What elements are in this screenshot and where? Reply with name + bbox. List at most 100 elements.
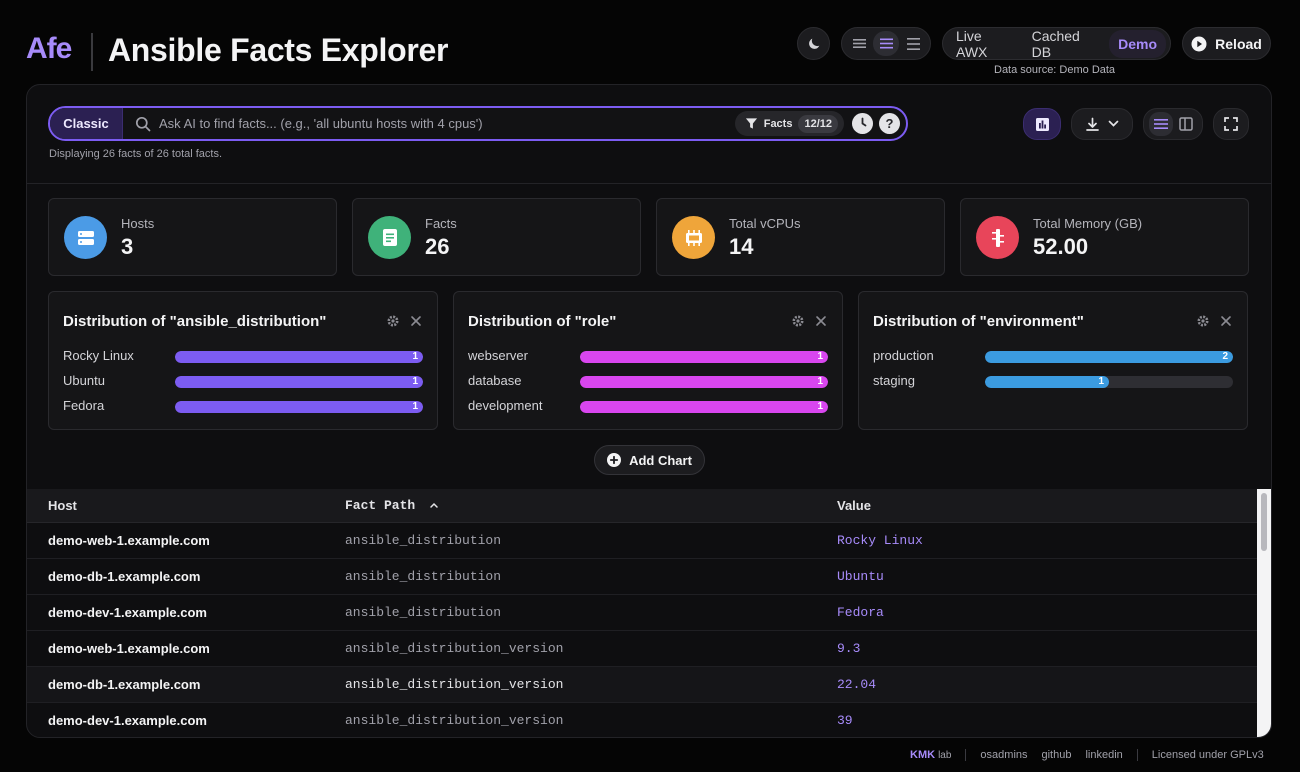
ai-search-input[interactable] [159,116,735,131]
distribution-row[interactable]: webserver 1 [468,347,830,365]
column-header-host[interactable]: Host [48,498,77,513]
fact-path-cell: ansible_distribution_version [345,641,564,656]
table-row[interactable]: demo-db-1.example.com ansible_distributio… [27,667,1257,703]
fact-path-cell: ansible_distribution_version [345,713,564,728]
column-header-fact-path[interactable]: Fact Path [345,498,439,513]
list-icon [1153,119,1168,129]
gear-icon [1197,315,1209,327]
distribution-bar: 1 [580,401,828,413]
density-compact-button[interactable] [846,31,872,56]
source-cached-db-button[interactable]: Cached DB [1023,22,1110,66]
table-scrollbar[interactable] [1257,489,1271,737]
distribution-bar-track: 1 [580,401,828,413]
footer-brand[interactable]: KMK [910,749,935,761]
lines-compact-icon [852,39,866,48]
search-bar: Classic Facts 12/12 ? [48,106,908,141]
source-live-awx-button[interactable]: Live AWX [947,22,1023,66]
chart-settings-button[interactable] [386,314,400,333]
table-row[interactable]: demo-db-1.example.com ansible_distributio… [27,559,1257,595]
distribution-row[interactable]: staging 1 [873,372,1235,390]
table-row[interactable]: demo-web-1.example.com ansible_distributi… [27,523,1257,559]
fact-path-cell: ansible_distribution_version [345,677,564,692]
distribution-bar: 1 [175,376,423,388]
distribution-card-environment: Distribution of "environment" production… [858,291,1248,430]
clock-icon [852,113,873,134]
app-logo: Afe [26,32,72,65]
lines-comfortable-icon [879,38,893,49]
footer-brand-suffix: lab [938,749,952,761]
column-header-value[interactable]: Value [837,498,871,513]
stat-value: 26 [425,234,450,259]
distribution-row[interactable]: Ubuntu 1 [63,372,425,390]
export-button[interactable] [1071,108,1133,140]
host-cell: demo-web-1.example.com [48,533,210,548]
classic-mode-button[interactable]: Classic [50,108,123,139]
gear-icon [387,315,399,327]
moon-icon [808,38,819,49]
table-row[interactable]: demo-web-1.example.com ansible_distributi… [27,631,1257,667]
distribution-row[interactable]: Rocky Linux 1 [63,347,425,365]
chart-close-button[interactable] [410,314,422,332]
distribution-bar: 1 [985,376,1109,388]
svg-text:?: ? [886,116,894,131]
facts-filter-button[interactable]: Facts 12/12 [734,111,844,136]
distribution-row[interactable]: Fedora 1 [63,397,425,415]
fact-path-cell: ansible_distribution [345,605,502,620]
density-comfortable-button[interactable] [873,31,899,56]
value-cell: Ubuntu [837,569,884,584]
footer-link-github[interactable]: github [1042,749,1072,761]
sidebar-icon [1178,117,1193,131]
fact-path-cell: ansible_distribution [345,569,502,584]
stat-label: Total vCPUs [729,216,801,231]
distribution-bar: 1 [175,401,423,413]
host-cell: demo-dev-1.example.com [48,713,207,728]
facts-count-badge: 12/12 [798,114,838,133]
stat-card-hosts: Hosts 3 [48,198,337,276]
chart-close-button[interactable] [815,314,827,332]
distribution-row-label: Rocky Linux [63,348,134,363]
chart-settings-button[interactable] [1196,314,1210,333]
display-count-text: Displaying 26 facts of 26 total facts. [49,148,223,160]
chart-close-button[interactable] [1220,314,1232,332]
add-chart-button[interactable]: Add Chart [594,445,705,475]
footer-link-linkedin[interactable]: linkedin [1085,749,1122,761]
list-view-button[interactable] [1148,112,1173,136]
page-title: Ansible Facts Explorer [108,32,449,68]
distribution-row[interactable]: development 1 [468,397,830,415]
distribution-row-label: database [468,373,522,388]
chart-settings-button[interactable] [791,314,805,333]
footer-link-osadmins[interactable]: osadmins [980,749,1027,761]
distribution-count: 1 [817,376,823,387]
table-row[interactable]: demo-dev-1.example.com ansible_distributi… [27,703,1257,737]
stat-value: 3 [121,234,134,259]
distribution-card-ansible-distribution: Distribution of "ansible_distribution" R… [48,291,438,430]
fullscreen-button[interactable] [1213,108,1249,140]
value-cell: 9.3 [837,641,861,656]
distribution-bar-track: 2 [985,351,1233,363]
distribution-count: 1 [817,401,823,412]
distribution-bar: 2 [985,351,1233,363]
stat-value: 14 [729,234,754,259]
history-button[interactable] [852,113,873,134]
distribution-bar-track: 1 [985,376,1233,388]
charts-toggle-button[interactable] [1023,108,1061,140]
split-view-button[interactable] [1174,112,1198,136]
distribution-row-label: Fedora [63,398,105,413]
help-button[interactable]: ? [879,113,900,134]
footer-license: Licensed under GPLv3 [1151,749,1264,761]
scrollbar-thumb[interactable] [1261,493,1267,551]
main-panel: Classic Facts 12/12 ? Displaying 26 fact… [26,84,1272,738]
distribution-row[interactable]: production 2 [873,347,1235,365]
theme-toggle-button[interactable] [797,27,830,60]
source-demo-button[interactable]: Demo [1109,29,1166,58]
bar-chart-icon [1035,117,1049,131]
reload-button[interactable]: Reload [1182,27,1271,60]
layout-switcher [1143,108,1203,140]
distribution-bar: 1 [175,351,423,363]
distribution-row[interactable]: database 1 [468,372,830,390]
density-spacious-button[interactable] [900,31,926,56]
value-cell: Rocky Linux [837,533,923,548]
table-row[interactable]: demo-dev-1.example.com ansible_distributi… [27,595,1257,631]
distribution-bar-track: 1 [580,376,828,388]
section-divider [27,183,1271,184]
